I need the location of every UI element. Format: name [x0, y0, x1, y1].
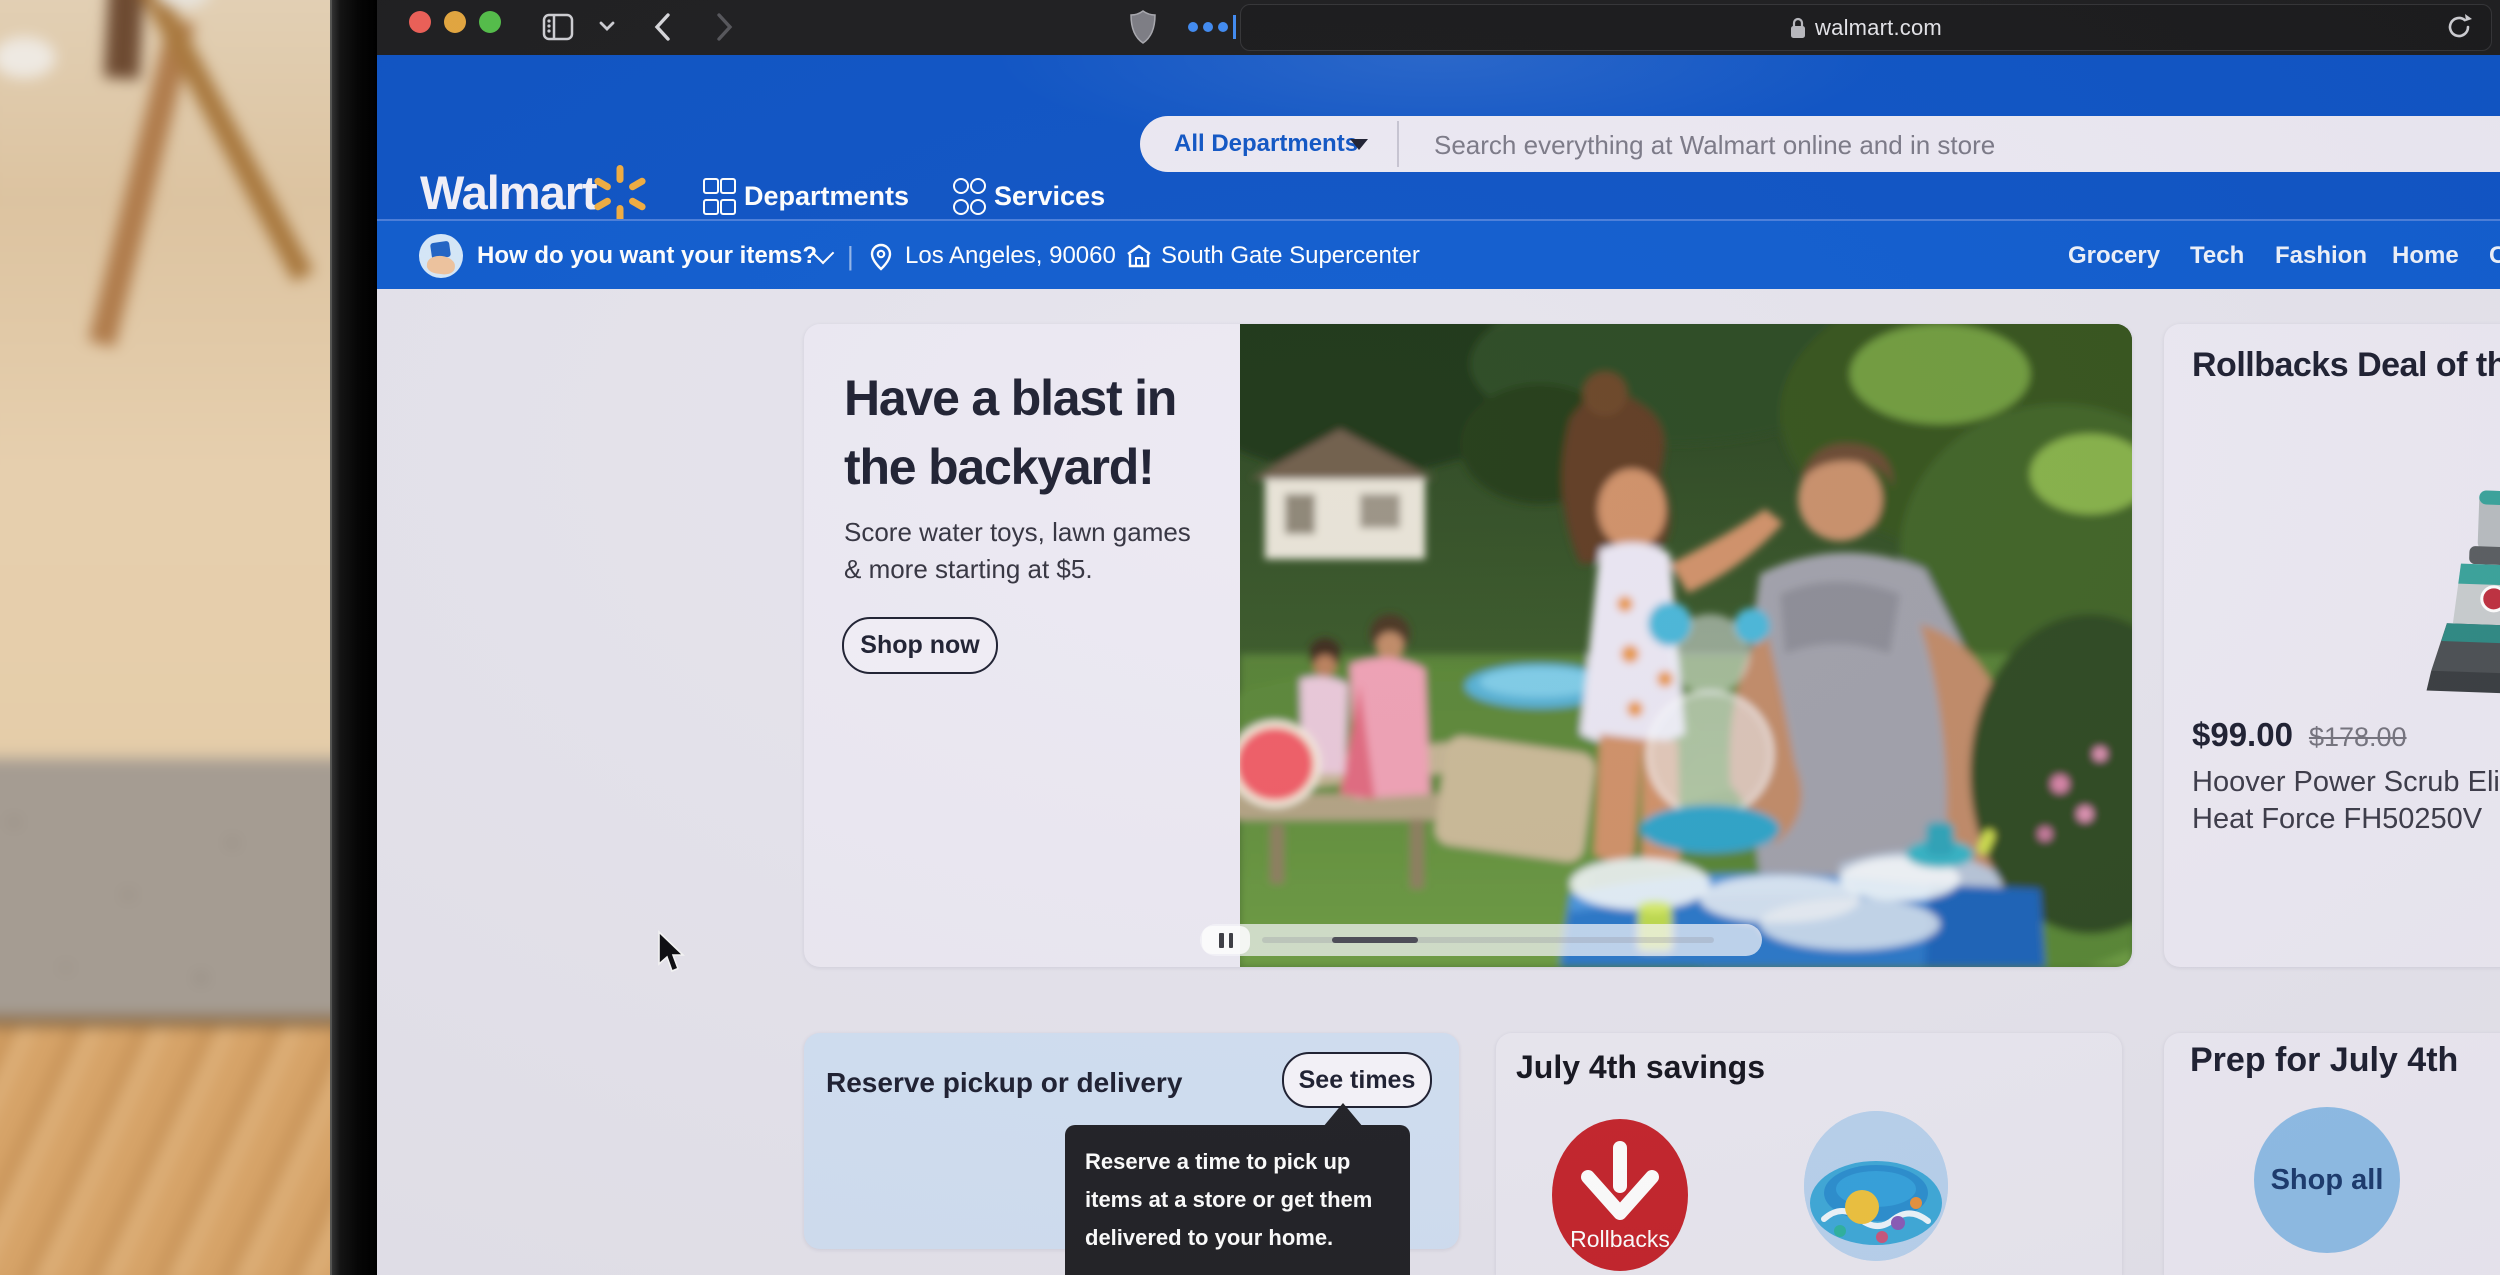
all-departments-dropdown[interactable]: All Departments — [1174, 130, 1358, 158]
july4-savings-card: July 4th savings Rollbacks — [1496, 1033, 2122, 1275]
walmart-header: Walmart Departments Services — [377, 55, 2500, 219]
services-grid-icon — [953, 178, 982, 215]
close-window-button[interactable] — [409, 11, 431, 33]
departments-menu[interactable]: Departments — [703, 178, 909, 215]
fulfillment-selector[interactable]: How do you want your items? — [477, 221, 817, 291]
rug — [0, 760, 345, 1030]
services-label: Services — [994, 181, 1105, 212]
mouse-cursor — [655, 930, 687, 974]
carousel-progress-bar[interactable] — [1200, 924, 1762, 956]
fullscreen-window-button[interactable] — [479, 11, 501, 33]
forward-button[interactable] — [711, 10, 737, 44]
address-bar[interactable]: walmart.com — [1240, 4, 2492, 51]
nav-link-home[interactable]: Home — [2392, 221, 2459, 291]
search-bar: All Departments — [1140, 116, 2500, 172]
back-button[interactable] — [650, 10, 676, 44]
nav-link-tech[interactable]: Tech — [2190, 221, 2244, 291]
kiddie-pool-image — [1804, 1111, 1948, 1261]
price-current: $99.00 — [2192, 716, 2293, 754]
departments-grid-icon — [703, 178, 732, 215]
see-times-button[interactable]: See times — [1282, 1052, 1432, 1108]
nav-link-grocery[interactable]: Grocery — [2068, 221, 2160, 291]
carousel-progress-handle[interactable] — [1332, 937, 1418, 943]
hero-photo-backyard — [1240, 324, 2132, 967]
subnav-divider: | — [847, 221, 854, 291]
reserve-tooltip: Reserve a time to pick up items at a sto… — [1065, 1125, 1410, 1275]
walmart-spark-icon — [589, 163, 651, 225]
url-text: walmart.com — [1815, 15, 1942, 41]
services-menu[interactable]: Services — [953, 178, 1105, 215]
dropdown-caret-icon[interactable] — [1350, 139, 1368, 150]
sidebar-chevron-icon[interactable] — [597, 16, 617, 36]
shop-all-button[interactable]: Shop all — [2254, 1107, 2400, 1253]
hero-title: Have a blast in the backyard! — [844, 364, 1176, 502]
lock-icon — [1790, 17, 1806, 39]
search-input[interactable] — [1432, 116, 2436, 174]
hero-subtitle: Score water toys, lawn games & more star… — [844, 514, 1191, 588]
hero-banner[interactable]: Have a blast in the backyard! Score wate… — [804, 324, 2132, 967]
carousel-track[interactable] — [1262, 937, 1714, 943]
location-pin-icon — [869, 243, 893, 271]
store-name[interactable]: South Gate Supercenter — [1161, 221, 1420, 291]
prep-july4-card: Prep for July 4th Shop all — [2164, 1033, 2500, 1275]
fulfillment-subnav: How do you want your items? | Los Angele… — [377, 219, 2500, 291]
july4-title: July 4th savings — [1516, 1049, 1765, 1086]
browser-toolbar: walmart.com — [377, 0, 2500, 55]
prep-title: Prep for July 4th — [2190, 1041, 2458, 1080]
deal-title: Rollbacks Deal of the day — [2192, 346, 2500, 385]
sidebar-toggle-icon[interactable] — [540, 9, 576, 45]
minimize-window-button[interactable] — [444, 11, 466, 33]
rollbacks-deal-card[interactable]: Rollbacks Deal of the day — [2164, 324, 2500, 967]
price-was: $178.00 — [2309, 722, 2407, 753]
reserve-title: Reserve pickup or delivery — [826, 1067, 1182, 1099]
hoover-carpet-cleaner-image — [2399, 419, 2500, 709]
rollbacks-badge[interactable]: Rollbacks — [1552, 1119, 1688, 1271]
deal-product-name[interactable]: Hoover Power Scrub Elite Pet Heat Force … — [2192, 764, 2500, 838]
carousel-pause-button[interactable] — [1202, 926, 1250, 954]
store-icon — [1125, 243, 1153, 269]
rollback-arrow-icon: Rollbacks — [1552, 1119, 1688, 1271]
laptop-bezel — [330, 0, 377, 1275]
fulfillment-chevron-icon[interactable] — [815, 221, 831, 291]
shop-now-button[interactable]: Shop now — [842, 617, 998, 674]
nav-link-clipped[interactable]: C — [2489, 221, 2500, 291]
rollbacks-badge-label: Rollbacks — [1570, 1226, 1670, 1252]
pickup-box-icon — [419, 234, 463, 278]
pause-icon — [1219, 933, 1224, 948]
deal-price-row: $99.00 $178.00 — [2192, 716, 2407, 754]
privacy-shield-icon[interactable] — [1129, 9, 1157, 45]
kiddie-pool-thumbnail[interactable] — [1804, 1111, 1948, 1261]
departments-label: Departments — [744, 181, 909, 212]
page-loading-dots-icon[interactable] — [1185, 11, 1237, 43]
nav-link-fashion[interactable]: Fashion — [2275, 221, 2367, 291]
browser-window: walmart.com Walmart — [377, 0, 2500, 1275]
reload-icon[interactable] — [2445, 13, 2473, 41]
photo-of-laptop-scene: walmart.com Walmart — [0, 0, 2500, 1275]
location-text[interactable]: Los Angeles, 90060 — [905, 221, 1116, 291]
walmart-logo[interactable]: Walmart — [420, 165, 597, 220]
wooden-table — [0, 1027, 345, 1275]
blurred-room-background — [0, 0, 345, 1275]
